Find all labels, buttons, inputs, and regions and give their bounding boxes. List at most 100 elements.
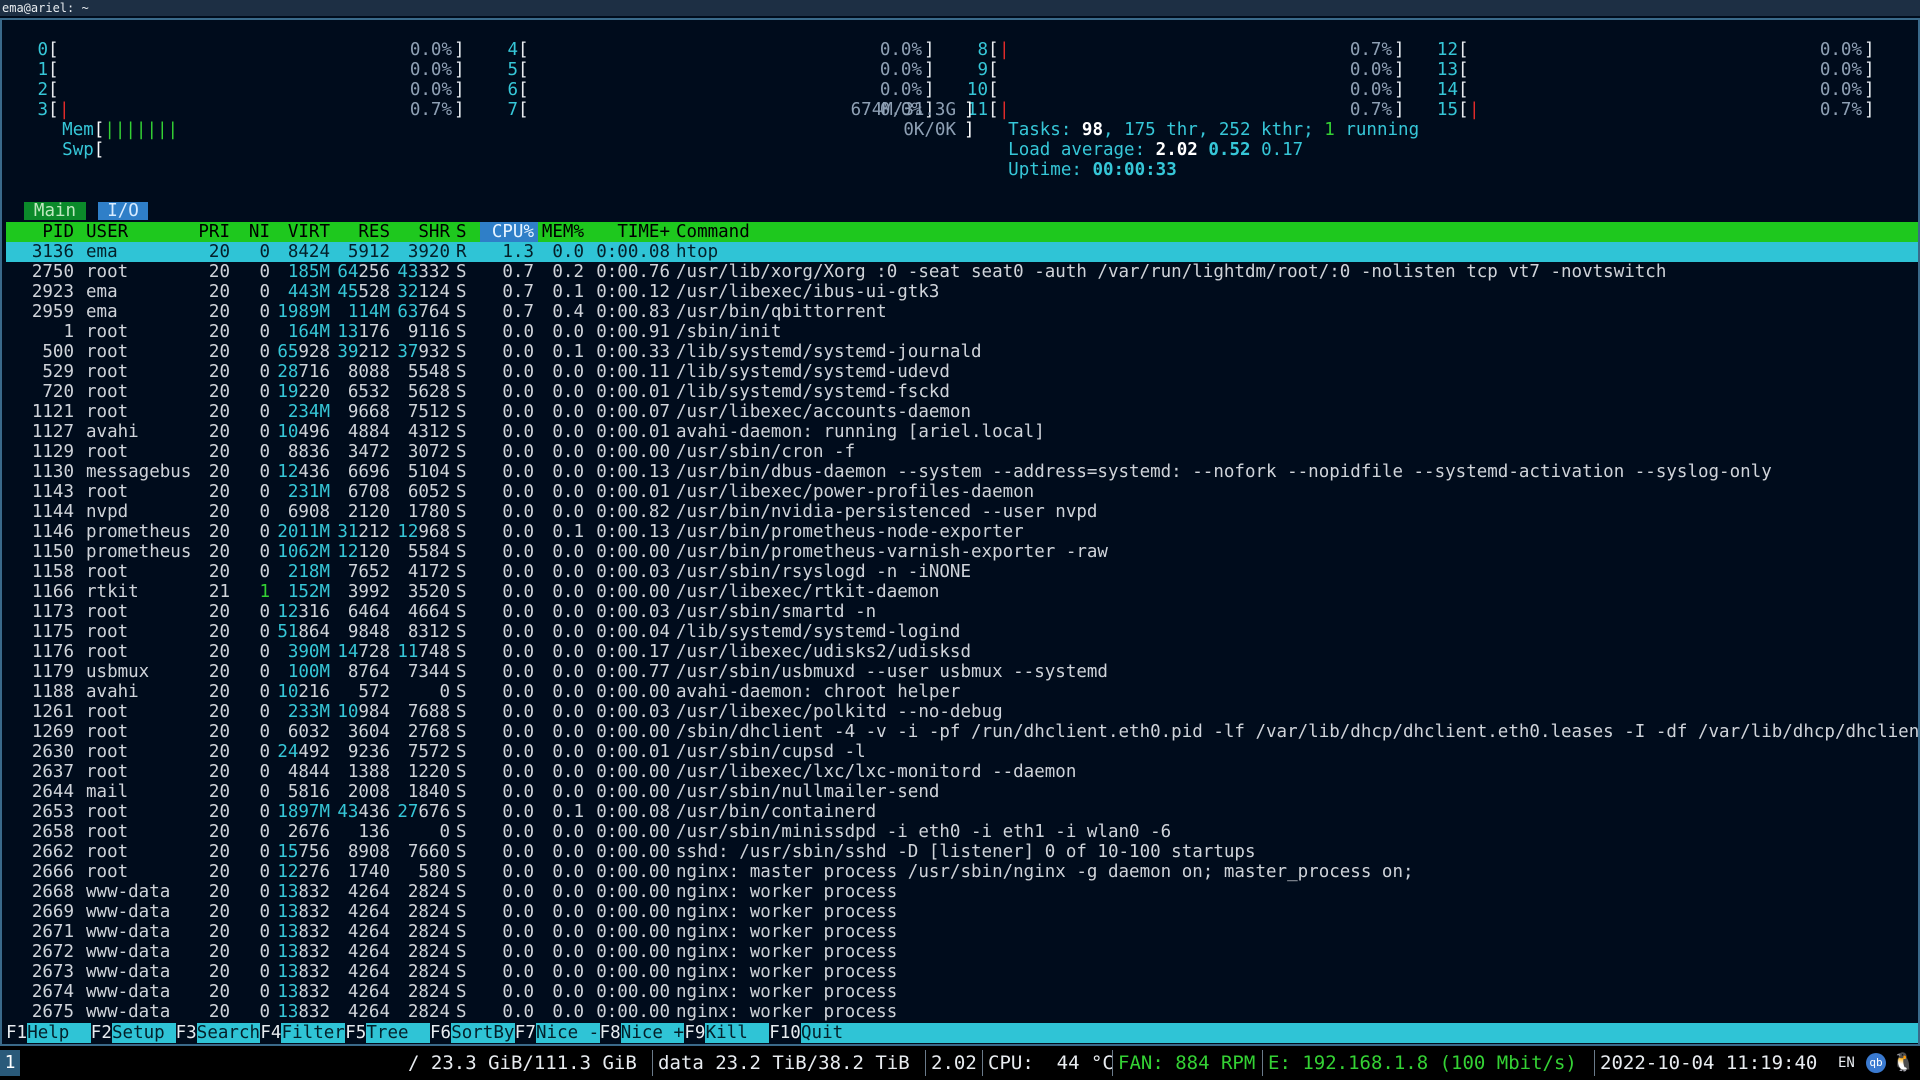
fkey-f3[interactable]: F3 bbox=[175, 1023, 197, 1043]
cell-res: 45528 bbox=[337, 282, 390, 302]
cell-pid: 2671 bbox=[31, 922, 74, 942]
window-title-bar[interactable]: ema@ariel: ~ bbox=[0, 0, 1920, 16]
tab-main[interactable]: Main bbox=[24, 202, 86, 220]
fkey-label[interactable]: Tree bbox=[366, 1023, 429, 1043]
col-cpu[interactable]: CPU% bbox=[480, 222, 534, 242]
table-row[interactable]: 2668 www-data 20 0 13832 4264 2824 S 0.0 0.0 0:00.… bbox=[6, 882, 1918, 902]
table-row[interactable]: 529 root 20 0 28716 8088 5548 S 0.0 0.0 0:00.11/li… bbox=[6, 362, 1918, 382]
fkey-f8[interactable]: F8 bbox=[599, 1023, 621, 1043]
penguin-icon[interactable]: 🐧 bbox=[1892, 1046, 1914, 1080]
table-row[interactable]: 1158 root 20 0 218M 7652 4172 S 0.0 0.0 0:00.03/us… bbox=[6, 562, 1918, 582]
table-row[interactable]: 2637 root 20 0 4844 1388 1220 S 0.0 0.0 0:00.00/us… bbox=[6, 762, 1918, 782]
table-row[interactable]: 1176 root 20 0 390M 14728 11748 S 0.0 0.0 0:00.17 /… bbox=[6, 642, 1918, 662]
table-row[interactable]: 1175 root 20 0 51864 9848 8312 S 0.0 0.0 0:00.04/l… bbox=[6, 622, 1918, 642]
table-row[interactable]: 720 root 20 0 19220 6532 5628 S 0.0 0.0 0:00.01/li… bbox=[6, 382, 1918, 402]
fkey-f6[interactable]: F6 bbox=[430, 1023, 452, 1043]
table-row[interactable]: 1166 rtkit 21 1 152M 3992 3520 S 0.0 0.0 0:00.00/u… bbox=[6, 582, 1918, 602]
tab-io[interactable]: I/O bbox=[98, 202, 148, 220]
col-pid[interactable]: PID bbox=[6, 222, 74, 242]
table-row[interactable]: 1173 root 20 0 12316 6464 4664 S 0.0 0.0 0:00.03/u… bbox=[6, 602, 1918, 622]
cell-time: 0:00.04 bbox=[596, 622, 670, 642]
table-row[interactable]: 2750 root 20 0 185M 64256 43332 S 0.7 0.2 0:00.76 /… bbox=[6, 262, 1918, 282]
table-row[interactable]: 2669 www-data 20 0 13832 4264 2824 S 0.0 0.0 0:00.… bbox=[6, 902, 1918, 922]
col-virt[interactable]: VIRT bbox=[276, 222, 330, 242]
cell-pri: 20 bbox=[208, 282, 230, 302]
col-shr[interactable]: SHR bbox=[390, 222, 450, 242]
table-row[interactable]: 1 root 20 0 164M 13176 9116 S 0.0 0.0 0:00.91/sbin… bbox=[6, 322, 1918, 342]
fkey-label[interactable]: Setup bbox=[112, 1023, 175, 1043]
cell-user: root bbox=[86, 482, 129, 502]
fkey-label[interactable]: Help bbox=[27, 1023, 90, 1043]
table-row[interactable]: 1130 messagebus 20 0 12436 6696 5104 S 0.0 0.0 0:0… bbox=[6, 462, 1918, 482]
cell-res: 3992 bbox=[347, 582, 390, 602]
table-row[interactable]: 1143 root 20 0 231M 6708 6052 S 0.0 0.0 0:00.01/us… bbox=[6, 482, 1918, 502]
table-row[interactable]: 1121 root 20 0 234M 9668 7512 S 0.0 0.0 0:00.07/us… bbox=[6, 402, 1918, 422]
table-row[interactable]: 1261 root 20 0 233M 10984 7688 S 0.0 0.0 0:00.03/u… bbox=[6, 702, 1918, 722]
table-row[interactable]: 1269 root 20 0 6032 3604 2768 S 0.0 0.0 0:00.00/sb… bbox=[6, 722, 1918, 742]
table-row[interactable]: 1129 root 20 0 8836 3472 3072 S 0.0 0.0 0:00.00/us… bbox=[6, 442, 1918, 462]
table-row[interactable]: 2675 www-data 20 0 13832 4264 2824 S 0.0 0.0 0:00.… bbox=[6, 1002, 1918, 1022]
fkey-f9[interactable]: F9 bbox=[684, 1023, 706, 1043]
workspace-button[interactable]: 1 bbox=[0, 1050, 20, 1076]
table-row[interactable]: 2662 root 20 0 15756 8908 7660 S 0.0 0.0 0:00.00 ss… bbox=[6, 842, 1918, 862]
cell-user: messagebus bbox=[86, 462, 192, 482]
cell-res: 43436 bbox=[337, 802, 390, 822]
table-row[interactable]: 2644 mail 20 0 5816 2008 1840 S 0.0 0.0 0:00.00/us… bbox=[6, 782, 1918, 802]
table-row[interactable]: 1179 usbmux 20 0 100M 8764 7344 S 0.0 0.0 0:00.77 /… bbox=[6, 662, 1918, 682]
fkey-f4[interactable]: F4 bbox=[260, 1023, 282, 1043]
cell-state: S bbox=[456, 282, 467, 302]
fkey-f10[interactable]: F10 bbox=[769, 1023, 801, 1043]
table-row[interactable]: 2653 root 20 0 1897M 43436 27676 S 0.0 0.1 0:00.08… bbox=[6, 802, 1918, 822]
col-state[interactable]: S bbox=[456, 222, 467, 242]
table-row[interactable]: 1188 avahi 20 0 10216 572 0 S 0.0 0.0 0:00.00 avahi… bbox=[6, 682, 1918, 702]
fkey-f2[interactable]: F2 bbox=[90, 1023, 112, 1043]
table-row[interactable]: 1144 nvpd 20 0 6908 2120 1780 S 0.0 0.0 0:00.82/us… bbox=[6, 502, 1918, 522]
fkey-label[interactable]: Quit bbox=[801, 1023, 864, 1043]
fkey-label[interactable]: Nice + bbox=[621, 1023, 684, 1043]
table-row-selected[interactable]: 3136 ema 20 0 8424 5912 3920 R 1.3 0.0 0:00.08 htop bbox=[6, 242, 1918, 262]
cell-user: root bbox=[86, 742, 129, 762]
terminal-window[interactable]: 0[0.0%] 1[0.0%] 2[0.0%] 3[| 0.7%] 4[0.0%] 5[0.… bbox=[0, 18, 1920, 1046]
col-user[interactable]: USER bbox=[86, 222, 128, 242]
cpu-meter-9: 9[0.0%] bbox=[954, 60, 1412, 80]
cell-pri: 20 bbox=[208, 242, 230, 262]
fkey-label[interactable]: Search bbox=[197, 1023, 260, 1043]
table-row[interactable]: 2666 root 20 0 12276 1740 580 S 0.0 0.0 0:00.00 ngi… bbox=[6, 862, 1918, 882]
fkey-label[interactable]: SortBy bbox=[451, 1023, 514, 1043]
cell-pri: 20 bbox=[208, 1002, 230, 1022]
cell-cpu: 0.0 bbox=[502, 822, 534, 842]
cell-shr: 2824 bbox=[407, 922, 450, 942]
col-mem[interactable]: MEM% bbox=[534, 222, 584, 242]
table-row[interactable]: 2630 root 20 0 24492 9236 7572 S 0.0 0.0 0:00.01/u… bbox=[6, 742, 1918, 762]
table-row[interactable]: 2673 www-data 20 0 13832 4264 2824 S 0.0 0.0 0:00.… bbox=[6, 962, 1918, 982]
table-row[interactable]: 2674 www-data 20 0 13832 4264 2824 S 0.0 0.0 0:00.… bbox=[6, 982, 1918, 1002]
table-row[interactable]: 2658 root 20 0 2676 136 0 S 0.0 0.0 0:00.00/usr/sb… bbox=[6, 822, 1918, 842]
keyboard-layout[interactable]: EN bbox=[1838, 1046, 1855, 1080]
col-command[interactable]: Command bbox=[676, 222, 750, 242]
cell-command: nginx: master process /usr/sbin/nginx -g… bbox=[676, 862, 1414, 882]
cell-state: S bbox=[456, 502, 467, 522]
table-row[interactable]: 2959 ema 20 0 1989M 114M 63764 S 0.7 0.4 0:00.83/u… bbox=[6, 302, 1918, 322]
table-row[interactable]: 2671 www-data 20 0 13832 4264 2824 S 0.0 0.0 0:00.… bbox=[6, 922, 1918, 942]
fkey-label[interactable]: Kill bbox=[706, 1023, 769, 1043]
col-pri[interactable]: PRI bbox=[190, 222, 230, 242]
cell-mem: 0.0 bbox=[552, 242, 584, 262]
qbittorrent-icon[interactable]: qb bbox=[1866, 1053, 1886, 1073]
fkey-f5[interactable]: F5 bbox=[345, 1023, 367, 1043]
table-row[interactable]: 2923 ema 20 0 443M 45528 32124 S 0.7 0.1 0:00.12/u… bbox=[6, 282, 1918, 302]
fkey-label[interactable]: Nice - bbox=[536, 1023, 599, 1043]
table-row[interactable]: 500 root 20 0 65928 39212 37932 S 0.0 0.1 0:00.33 /… bbox=[6, 342, 1918, 362]
fkey-f7[interactable]: F7 bbox=[514, 1023, 536, 1043]
table-row[interactable]: 1127 avahi 20 0 10496 4884 4312 S 0.0 0.0 0:00.01 a… bbox=[6, 422, 1918, 442]
cell-cpu: 0.0 bbox=[502, 1002, 534, 1022]
fkey-f1[interactable]: F1 bbox=[6, 1023, 28, 1043]
table-row[interactable]: 2672 www-data 20 0 13832 4264 2824 S 0.0 0.0 0:00.… bbox=[6, 942, 1918, 962]
clock[interactable]: 2022-10-04 11:19:40 bbox=[1600, 1046, 1817, 1080]
col-time[interactable]: TIME+ bbox=[590, 222, 670, 242]
col-ni[interactable]: NI bbox=[240, 222, 270, 242]
table-row[interactable]: 1150 prometheus 20 0 1062M 12120 5584 S 0.0 0.0 0:… bbox=[6, 542, 1918, 562]
table-row[interactable]: 1146 prometheus 20 0 2011M 31212 12968 S 0.0 0.1 0… bbox=[6, 522, 1918, 542]
cell-time: 0:00.03 bbox=[596, 562, 670, 582]
col-res[interactable]: RES bbox=[330, 222, 390, 242]
fkey-label[interactable]: Filter bbox=[282, 1023, 345, 1043]
